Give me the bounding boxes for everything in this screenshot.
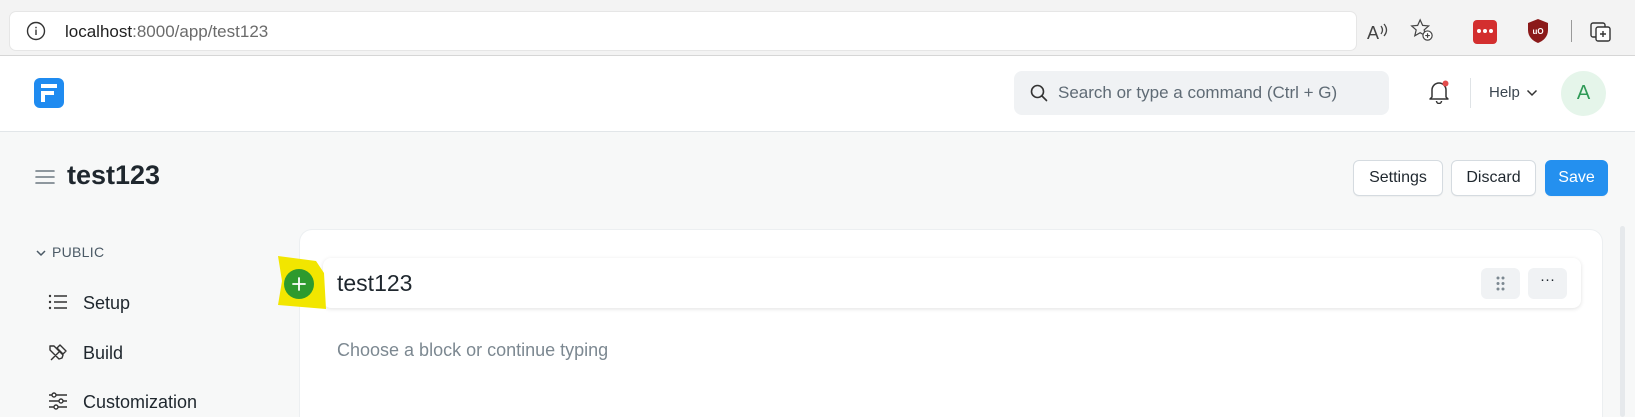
block-title[interactable]: test123 (337, 270, 412, 297)
search-input[interactable] (1058, 71, 1378, 115)
app-navbar: Help A (0, 56, 1635, 132)
block-more-button[interactable]: ··· (1528, 268, 1567, 299)
editor-placeholder[interactable]: Choose a block or continue typing (337, 340, 608, 361)
ublock-shield-icon[interactable]: uO (1527, 18, 1549, 44)
url-text[interactable]: localhost:8000/app/test123 (65, 22, 268, 42)
add-block-button[interactable] (284, 269, 314, 299)
read-aloud-icon[interactable]: A (1366, 20, 1390, 44)
sliders-icon (49, 392, 67, 410)
user-avatar[interactable]: A (1561, 71, 1606, 116)
help-dropdown[interactable]: Help (1489, 84, 1538, 101)
sidebar-item-label: Customization (83, 392, 198, 412)
sidebar-item-label: Setup (83, 293, 131, 313)
browser-toolbar: localhost:8000/app/test123 A uO (0, 0, 1635, 56)
site-info-icon[interactable] (26, 21, 46, 41)
section-label-text: PUBLIC (52, 244, 105, 260)
app-logo[interactable] (34, 78, 64, 108)
svg-text:A: A (1367, 23, 1379, 43)
drag-handle-icon (1496, 276, 1505, 291)
frappe-logo-icon (41, 84, 57, 102)
search-icon (1030, 84, 1048, 102)
sidebar-toggle-icon[interactable] (35, 169, 55, 185)
drag-handle[interactable] (1481, 268, 1520, 299)
page-title: test123 (67, 160, 161, 190)
collections-icon[interactable] (1589, 19, 1613, 43)
page-scrollbar[interactable] (1620, 226, 1625, 417)
plus-icon (292, 277, 306, 291)
settings-button[interactable]: Settings (1353, 160, 1443, 196)
toolbar-divider (1571, 20, 1572, 42)
header-block[interactable]: test123 ··· (323, 258, 1581, 308)
url-path: :8000/app/test123 (132, 22, 269, 41)
chevron-down-icon (1526, 90, 1537, 97)
sidebar-item-label: Build (83, 343, 124, 363)
awesomebar[interactable] (1014, 71, 1389, 115)
notifications-bell-icon[interactable] (1428, 80, 1450, 104)
chevron-down-icon (36, 250, 46, 256)
svg-text:uO: uO (1533, 27, 1544, 36)
url-host: localhost (65, 22, 133, 41)
header-divider (1470, 78, 1471, 108)
save-button[interactable]: Save (1545, 160, 1608, 196)
tools-icon (49, 344, 67, 361)
favorite-add-icon[interactable] (1410, 18, 1434, 42)
address-bar[interactable]: localhost:8000/app/test123 (10, 12, 1356, 50)
discard-button[interactable]: Discard (1451, 160, 1536, 196)
password-manager-extension-icon[interactable] (1473, 20, 1497, 44)
list-icon (48, 294, 67, 310)
help-label: Help (1489, 84, 1520, 101)
sidebar-section-public[interactable]: PUBLIC (36, 244, 104, 260)
